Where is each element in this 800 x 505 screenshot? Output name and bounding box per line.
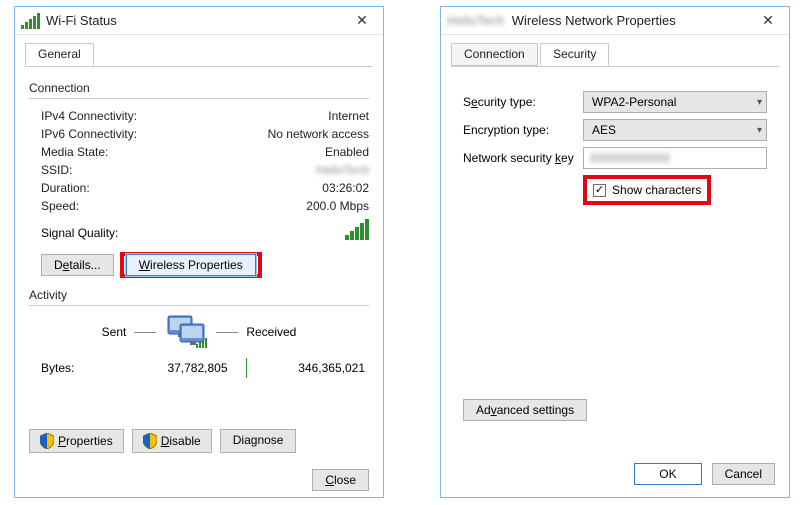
wifi-status-window: Wi-Fi Status ✕ General Connection IPv4 C… [14, 6, 384, 498]
sent-label: Sent [102, 325, 127, 339]
wifi-icon [21, 13, 40, 29]
pane-security: Security type: WPA2-Personal ▾ Encryptio… [441, 67, 789, 229]
tabstrip: General [25, 43, 373, 67]
window-title-text: Wireless Network Properties [512, 13, 676, 28]
security-type-value: WPA2-Personal [592, 95, 676, 109]
chevron-down-icon: ▾ [757, 97, 762, 108]
received-label: Received [246, 325, 296, 339]
row-duration: Duration: 03:26:02 [29, 179, 369, 197]
advanced-settings-button-label: Advanced settings [476, 403, 574, 417]
disable-button[interactable]: Disable [132, 429, 212, 453]
activity-monitor-icon [164, 314, 208, 350]
row-bytes: Bytes: 37,782,805 346,365,021 [29, 358, 369, 378]
duration-value: 03:26:02 [322, 181, 369, 195]
bytes-sent-value: 37,782,805 [109, 361, 246, 375]
media-label: Media State: [41, 145, 108, 159]
bytes-received-value: 346,365,021 [247, 361, 370, 375]
dash-icon [216, 332, 238, 333]
highlight-wireless-properties: Wireless Properties [120, 252, 262, 278]
close-button-label: Close [325, 473, 356, 487]
row-show-characters: ✓ Show characters [583, 175, 767, 205]
wireless-properties-window: HelloTech Wireless Network Properties ✕ … [440, 6, 790, 498]
tabstrip: Connection Security [451, 43, 779, 67]
show-characters-checkbox[interactable]: ✓ Show characters [589, 181, 705, 199]
highlight-show-characters: ✓ Show characters [583, 175, 711, 205]
checkbox-icon: ✓ [593, 184, 606, 197]
row-network-key: Network security key [463, 147, 767, 169]
network-key-label: Network security key [463, 151, 583, 165]
advanced-settings-row: Advanced settings [463, 403, 587, 417]
ipv6-value: No network access [268, 127, 369, 141]
footer-buttons: Properties Disable Diagnose [29, 429, 296, 453]
titlebar: HelloTech Wireless Network Properties ✕ [441, 7, 789, 35]
row-ssid: SSID: HelloTech [29, 161, 369, 179]
group-connection-label: Connection [29, 81, 369, 95]
encryption-type-label: Encryption type: [463, 123, 583, 137]
bytes-label: Bytes: [29, 361, 109, 375]
ssid-label: SSID: [41, 163, 72, 177]
group-activity-label: Activity [29, 288, 369, 302]
tab-general[interactable]: General [25, 43, 94, 66]
details-button-label: Details... [54, 258, 101, 272]
show-characters-label: Show characters [612, 183, 701, 197]
ssid-value: HelloTech [316, 163, 369, 177]
divider [29, 305, 369, 306]
close-icon[interactable]: ✕ [753, 10, 783, 32]
disable-button-label: Disable [161, 434, 201, 448]
close-button[interactable]: Close [312, 469, 369, 491]
divider [29, 98, 369, 99]
row-signal: Signal Quality: [29, 215, 369, 242]
diagnose-button-label: Diagnose [233, 433, 284, 447]
ipv4-label: IPv4 Connectivity: [41, 109, 137, 123]
encryption-type-combo[interactable]: AES ▾ [583, 119, 767, 141]
connection-buttons: Details... Wireless Properties [41, 252, 369, 278]
tab-connection[interactable]: Connection [451, 43, 538, 66]
row-speed: Speed: 200.0 Mbps [29, 197, 369, 215]
cancel-button[interactable]: Cancel [712, 463, 775, 485]
wireless-properties-button[interactable]: Wireless Properties [126, 254, 256, 276]
diagnose-button[interactable]: Diagnose [220, 429, 297, 453]
signal-bars-icon [345, 219, 369, 240]
network-key-input[interactable] [583, 147, 767, 169]
media-value: Enabled [325, 145, 369, 159]
close-icon[interactable]: ✕ [347, 10, 377, 32]
ok-button[interactable]: OK [634, 463, 701, 485]
ipv4-value: Internet [328, 109, 369, 123]
encryption-type-value: AES [592, 123, 616, 137]
dash-icon [134, 332, 156, 333]
window-title-ssid: HelloTech [447, 13, 508, 28]
wireless-properties-button-label: Wireless Properties [139, 258, 243, 272]
footer-close: Close [312, 473, 369, 487]
window-title: HelloTech Wireless Network Properties [447, 13, 753, 28]
security-type-combo[interactable]: WPA2-Personal ▾ [583, 91, 767, 113]
speed-value: 200.0 Mbps [306, 199, 369, 213]
titlebar: Wi-Fi Status ✕ [15, 7, 383, 35]
row-ipv4: IPv4 Connectivity: Internet [29, 107, 369, 125]
shield-icon [143, 433, 157, 449]
details-button[interactable]: Details... [41, 254, 114, 276]
duration-label: Duration: [41, 181, 90, 195]
row-security-type: Security type: WPA2-Personal ▾ [463, 91, 767, 113]
properties-button[interactable]: Properties [29, 429, 124, 453]
footer-buttons: OK Cancel [634, 463, 775, 485]
row-encryption-type: Encryption type: AES ▾ [463, 119, 767, 141]
pane-general: Connection IPv4 Connectivity: Internet I… [15, 67, 383, 386]
speed-label: Speed: [41, 199, 79, 213]
activity-header: Sent [29, 314, 369, 350]
window-title: Wi-Fi Status [46, 13, 347, 28]
tab-security[interactable]: Security [540, 43, 609, 66]
shield-icon [40, 433, 54, 449]
properties-button-label: Properties [58, 434, 113, 448]
signal-label: Signal Quality: [41, 226, 118, 240]
security-type-label: Security type: [463, 95, 583, 109]
row-ipv6: IPv6 Connectivity: No network access [29, 125, 369, 143]
advanced-settings-button[interactable]: Advanced settings [463, 399, 587, 421]
chevron-down-icon: ▾ [757, 125, 762, 136]
row-media: Media State: Enabled [29, 143, 369, 161]
ipv6-label: IPv6 Connectivity: [41, 127, 137, 141]
